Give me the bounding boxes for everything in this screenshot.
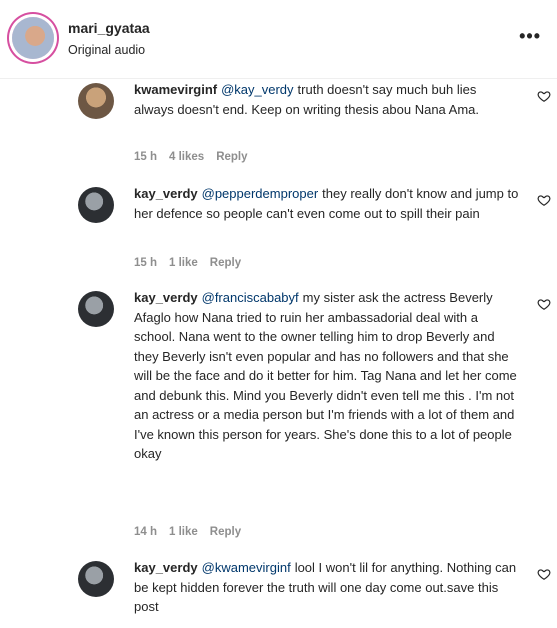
reply-button[interactable]: Reply (216, 151, 247, 163)
comment-time: 15 h (134, 151, 158, 163)
header-divider (0, 78, 557, 79)
more-options-icon[interactable]: ••• (519, 26, 541, 47)
audio-label[interactable]: Original audio (68, 43, 145, 57)
comment-meta: 15 h 1 like Reply (134, 257, 253, 269)
comment-mention[interactable]: @kwamevirginf (202, 560, 291, 575)
comment-username[interactable]: kay_verdy (134, 560, 198, 575)
comment-meta: 14 h 1 like Reply (134, 526, 253, 538)
post-header: mari_gyataa Original audio ••• (0, 0, 557, 78)
comment-text: kay_verdy @pepperdemproper they really don… (134, 184, 519, 223)
comment-likes[interactable]: 4 likes (169, 151, 204, 163)
comment-content: my sister ask the actress Beverly Afaglo… (134, 290, 517, 461)
avatar[interactable] (78, 187, 114, 223)
comment-mention[interactable]: @franciscababyf (202, 290, 299, 305)
avatar[interactable] (78, 83, 114, 119)
comment-text: kwamevirginf @kay_verdy truth doesn't say … (134, 80, 519, 119)
comment-time: 14 h (134, 526, 158, 538)
comment-username[interactable]: kay_verdy (134, 290, 198, 305)
comment-mention[interactable]: @kay_verdy (221, 82, 293, 97)
comment-likes[interactable]: 1 like (169, 257, 198, 269)
comment-mention[interactable]: @pepperdemproper (202, 186, 319, 201)
comment-username[interactable]: kwamevirginf (134, 82, 217, 97)
avatar[interactable] (12, 17, 54, 59)
comment-likes[interactable]: 1 like (169, 526, 198, 538)
avatar[interactable] (78, 291, 114, 327)
comment-time: 15 h (134, 257, 158, 269)
avatar[interactable] (78, 561, 114, 597)
post-username[interactable]: mari_gyataa (68, 20, 150, 36)
comment-text: kay_verdy @kwamevirginf lool I won't lil f… (134, 558, 519, 617)
like-heart-icon[interactable] (537, 567, 551, 581)
comment-text: kay_verdy @franciscababyf my sister ask th… (134, 288, 519, 464)
comment-username[interactable]: kay_verdy (134, 186, 198, 201)
like-heart-icon[interactable] (537, 89, 551, 103)
comment-meta: 15 h 4 likes Reply (134, 151, 260, 163)
like-heart-icon[interactable] (537, 193, 551, 207)
reply-button[interactable]: Reply (210, 526, 241, 538)
reply-button[interactable]: Reply (210, 257, 241, 269)
like-heart-icon[interactable] (537, 297, 551, 311)
